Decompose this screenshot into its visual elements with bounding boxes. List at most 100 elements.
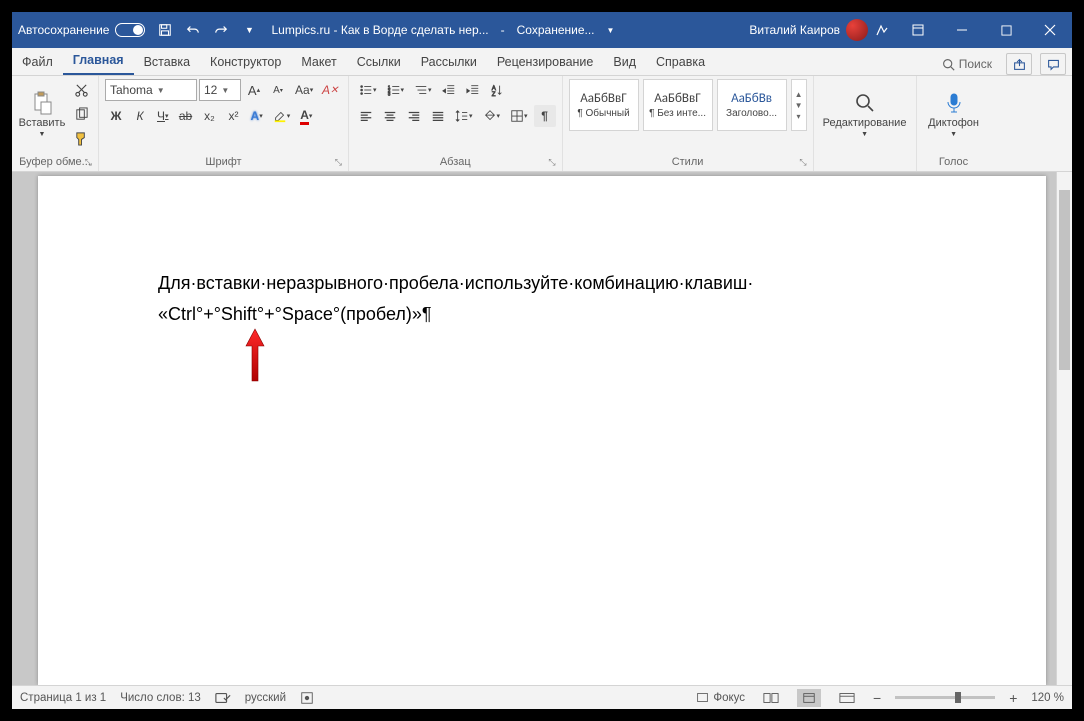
group-paragraph: ▾ 123▾ ▾ AZ ▾ ▾ ▾ ¶ Абзац⤡ [349, 76, 563, 171]
sort-icon[interactable]: AZ [486, 79, 508, 101]
font-name-combo[interactable]: Tahoma▼ [105, 79, 197, 101]
paste-button[interactable]: Вставить ▼ [18, 79, 66, 149]
align-center-icon[interactable] [379, 105, 401, 127]
svg-text:3: 3 [387, 91, 390, 96]
find-button[interactable]: Редактирование ▼ [820, 79, 910, 149]
paragraph-launcher[interactable]: ⤡ [548, 157, 555, 168]
text-effects-icon[interactable]: A▾ [247, 105, 267, 127]
tab-layout[interactable]: Макет [291, 50, 346, 75]
tab-mailings[interactable]: Рассылки [411, 50, 487, 75]
clear-format-icon[interactable]: A✕ [319, 79, 341, 101]
bold-button[interactable]: Ж [105, 105, 127, 127]
document-text[interactable]: Для·вставки·неразрывного·пробела·использ… [158, 268, 926, 329]
ribbon-tabs: Файл Главная Вставка Конструктор Макет С… [12, 48, 1072, 76]
font-launcher[interactable]: ⤡ [335, 157, 342, 168]
group-voice: Диктофон ▼ Голос [917, 76, 991, 171]
tab-view[interactable]: Вид [603, 50, 646, 75]
italic-button[interactable]: К [129, 105, 151, 127]
highlight-icon[interactable]: ▾ [269, 105, 295, 127]
group-styles: АаБбВвГ¶ Обычный АаБбВвГ¶ Без инте... Аа… [563, 76, 814, 171]
search-box[interactable]: Поиск [936, 54, 998, 74]
tab-file[interactable]: Файл [12, 50, 63, 75]
zoom-slider[interactable] [895, 696, 995, 699]
increase-indent-icon[interactable] [462, 79, 484, 101]
vertical-scrollbar[interactable] [1056, 172, 1072, 685]
svg-text:Z: Z [491, 91, 495, 97]
format-painter-icon[interactable] [70, 127, 92, 149]
save-status: Сохранение... [509, 23, 603, 37]
decrease-indent-icon[interactable] [438, 79, 460, 101]
maximize-button[interactable] [984, 12, 1028, 48]
align-right-icon[interactable] [403, 105, 425, 127]
read-mode-icon[interactable] [759, 689, 783, 707]
save-icon[interactable] [151, 12, 179, 48]
autosave-label: Автосохранение [18, 23, 109, 37]
group-editing: Редактирование ▼ [814, 76, 917, 171]
bullets-icon[interactable]: ▾ [355, 79, 381, 101]
comments-button[interactable] [1040, 53, 1066, 75]
font-size-combo[interactable]: 12▼ [199, 79, 241, 101]
tab-review[interactable]: Рецензирование [487, 50, 604, 75]
styles-more[interactable]: ▲▼▾ [791, 79, 807, 131]
tab-design[interactable]: Конструктор [200, 50, 291, 75]
group-clipboard: Вставить ▼ Буфер обме...⤡ [12, 76, 99, 171]
clipboard-launcher[interactable]: ⤡ [85, 157, 92, 168]
ribbon: Вставить ▼ Буфер обме...⤡ Tahoma▼ 12▼ A▴… [12, 76, 1072, 172]
style-normal[interactable]: АаБбВвГ¶ Обычный [569, 79, 639, 131]
close-button[interactable] [1028, 12, 1072, 48]
style-heading1[interactable]: АаБбВвЗаголово... [717, 79, 787, 131]
change-case-icon[interactable]: Aa▾ [291, 79, 317, 101]
word-count[interactable]: Число слов: 13 [120, 692, 201, 704]
language-indicator[interactable]: русский [245, 692, 286, 704]
shading-icon[interactable]: ▾ [479, 105, 505, 127]
spellcheck-icon[interactable] [215, 691, 231, 705]
titlebar: Автосохранение ▼ Lumpics.ru - Как в Ворд… [12, 12, 1072, 48]
focus-mode[interactable]: Фокус [696, 691, 745, 704]
justify-icon[interactable] [427, 105, 449, 127]
borders-icon[interactable]: ▾ [506, 105, 532, 127]
superscript-button[interactable]: x² [223, 105, 245, 127]
user-name: Виталий Каиров [749, 23, 846, 37]
styles-launcher[interactable]: ⤡ [799, 157, 806, 168]
web-layout-icon[interactable] [835, 689, 859, 707]
line-spacing-icon[interactable]: ▾ [451, 105, 477, 127]
document-area: Для·вставки·неразрывного·пробела·использ… [12, 172, 1072, 685]
redo-icon[interactable] [207, 12, 235, 48]
tab-insert[interactable]: Вставка [134, 50, 200, 75]
font-color-icon[interactable]: A▾ [296, 105, 316, 127]
grow-font-icon[interactable]: A▴ [243, 79, 265, 101]
tab-home[interactable]: Главная [63, 48, 134, 75]
search-placeholder: Поиск [959, 57, 992, 71]
show-marks-icon[interactable]: ¶ [534, 105, 556, 127]
qat-more-icon[interactable]: ▼ [235, 12, 263, 48]
zoom-out[interactable]: − [873, 690, 881, 706]
strike-button[interactable]: ab [175, 105, 197, 127]
share-button[interactable] [1006, 53, 1032, 75]
tab-help[interactable]: Справка [646, 50, 715, 75]
multilevel-icon[interactable]: ▾ [410, 79, 436, 101]
dictate-button[interactable]: Диктофон ▼ [923, 79, 985, 149]
style-no-spacing[interactable]: АаБбВвГ¶ Без инте... [643, 79, 713, 131]
cut-icon[interactable] [70, 79, 92, 101]
page[interactable]: Для·вставки·неразрывного·пробела·использ… [38, 176, 1046, 685]
page-indicator[interactable]: Страница 1 из 1 [20, 692, 106, 704]
autosave-toggle[interactable] [115, 23, 145, 37]
coming-soon-icon[interactable] [868, 12, 896, 48]
print-layout-icon[interactable] [797, 689, 821, 707]
undo-icon[interactable] [179, 12, 207, 48]
document-title: Lumpics.ru - Как в Ворде сделать нер... [263, 23, 496, 37]
minimize-button[interactable] [940, 12, 984, 48]
subscript-button[interactable]: x₂ [199, 105, 221, 127]
copy-icon[interactable] [70, 103, 92, 125]
zoom-in[interactable]: + [1009, 690, 1017, 706]
ribbon-display-icon[interactable] [896, 12, 940, 48]
align-left-icon[interactable] [355, 105, 377, 127]
tab-references[interactable]: Ссылки [347, 50, 411, 75]
macro-icon[interactable] [300, 691, 314, 705]
underline-button[interactable]: Ч▾ [153, 105, 173, 127]
user-avatar[interactable] [846, 19, 868, 41]
scroll-thumb[interactable] [1059, 190, 1070, 370]
numbering-icon[interactable]: 123▾ [383, 79, 409, 101]
shrink-font-icon[interactable]: A▾ [267, 79, 289, 101]
zoom-level[interactable]: 120 % [1031, 692, 1064, 704]
